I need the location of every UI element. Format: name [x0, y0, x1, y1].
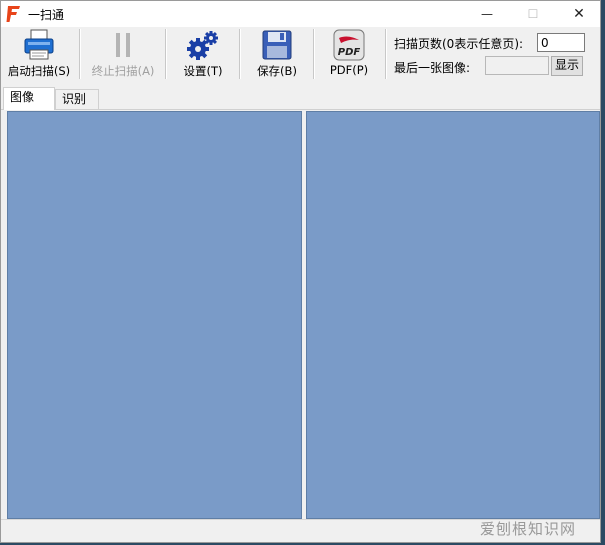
window-title: 一扫通 — [28, 8, 65, 22]
floppy-disk-icon — [262, 30, 292, 60]
image-panel-right[interactable] — [306, 111, 600, 519]
status-bar: 爱刨根知识网 — [1, 519, 600, 542]
last-image-label: 最后一张图像: — [394, 61, 471, 75]
maximize-button[interactable]: ☐ — [510, 1, 556, 27]
minimize-button[interactable]: — — [464, 1, 510, 27]
toolbar-separator — [313, 29, 315, 79]
close-button[interactable]: ✕ — [556, 1, 602, 27]
last-image-field[interactable] — [485, 56, 549, 75]
pause-icon — [116, 33, 130, 57]
tab-recognize[interactable]: 识别 — [55, 89, 99, 109]
settings-button[interactable]: 设置(T) — [171, 27, 235, 83]
watermark: 爱刨根知识网 — [479, 520, 576, 538]
pages-input[interactable] — [537, 33, 585, 52]
title-bar[interactable]: 一扫通 — ☐ ✕ — [1, 1, 600, 27]
pdf-icon: PDF — [333, 29, 365, 61]
pdf-label: PDF(P) — [329, 63, 369, 77]
show-button[interactable]: 显示 — [551, 56, 583, 76]
save-label: 保存(B) — [257, 64, 297, 78]
scanner-icon — [24, 29, 54, 60]
pdf-button[interactable]: PDF PDF(P) — [319, 27, 379, 83]
app-window: 一扫通 — ☐ ✕ 启动扫描(S) 终止扫描(A) 设置(T) 保存(B) PD… — [0, 0, 601, 543]
stop-scan-button[interactable]: 终止扫描(A) — [85, 27, 161, 83]
stop-scan-label: 终止扫描(A) — [91, 64, 155, 78]
save-button[interactable]: 保存(B) — [245, 27, 309, 83]
toolbar-separator — [239, 29, 241, 79]
start-scan-label: 启动扫描(S) — [7, 64, 71, 78]
tab-image[interactable]: 图像 — [3, 87, 55, 110]
tab-bar: 图像 识别 — [1, 87, 600, 110]
toolbar-separator — [165, 29, 167, 79]
start-scan-button[interactable]: 启动扫描(S) — [3, 27, 75, 83]
gears-icon — [187, 31, 218, 60]
toolbar: 启动扫描(S) 终止扫描(A) 设置(T) 保存(B) PDF PDF(P) 扫… — [1, 27, 600, 85]
toolbar-separator — [385, 29, 387, 79]
image-panel-left[interactable] — [7, 111, 302, 519]
pdf-icon-text: PDF — [338, 47, 361, 58]
toolbar-separator — [79, 29, 81, 79]
app-f-logo-icon — [6, 6, 20, 22]
settings-label: 设置(T) — [183, 64, 223, 78]
pages-label: 扫描页数(0表示任意页): — [394, 37, 524, 51]
